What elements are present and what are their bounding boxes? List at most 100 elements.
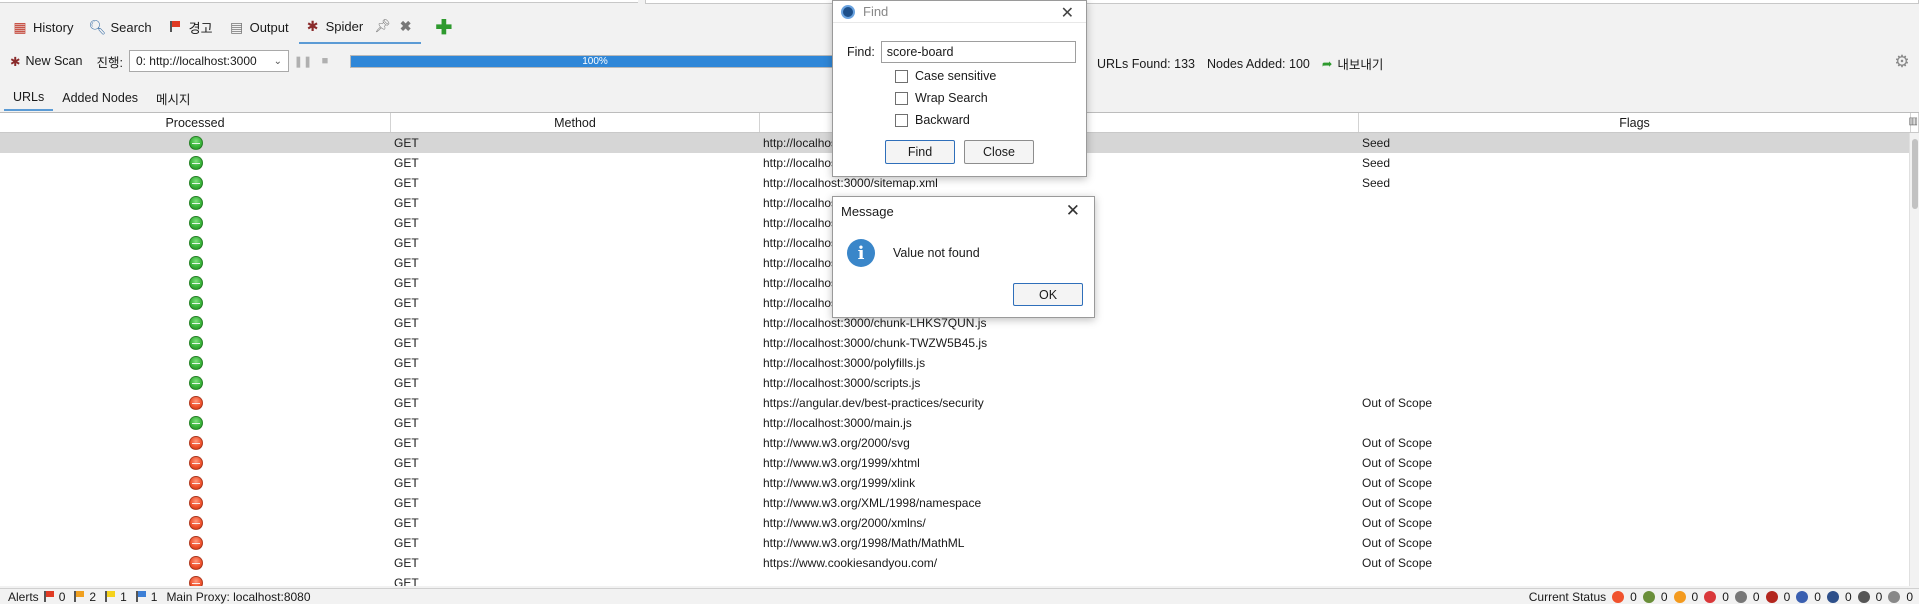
find-dialog-titlebar[interactable]: Find ✕ [833, 1, 1086, 23]
eye-icon [1826, 591, 1839, 603]
flags-cell [1359, 213, 1911, 233]
status-count-8: 0 [1844, 590, 1852, 604]
message-dialog-titlebar[interactable]: Message [833, 197, 1094, 225]
method-cell: GET [394, 336, 419, 350]
checkbox-box[interactable] [895, 91, 908, 105]
tab-search[interactable]: 🔍︎ Search [83, 10, 161, 44]
urls-found: URLs Found: 133 [1097, 56, 1195, 71]
new-scan-label: New Scan [25, 54, 83, 68]
column-method[interactable]: Method [391, 113, 760, 132]
ok-button[interactable]: OK [1013, 283, 1083, 306]
processed-cell [0, 233, 391, 253]
processed-cell [0, 573, 391, 586]
tab-history[interactable]: ▦ History [6, 10, 83, 44]
chevron-down-icon: ⌄ [273, 55, 282, 67]
processed-cell [0, 133, 391, 153]
find-button[interactable]: Find [885, 140, 955, 164]
gear-icon[interactable]: ⚙ [1893, 53, 1911, 71]
subtab-messages[interactable]: 메시지 [147, 85, 200, 111]
flags-cell [1359, 233, 1911, 253]
table-row[interactable]: GET [0, 573, 1919, 586]
wrap-search-checkbox[interactable]: Wrap Search [895, 91, 988, 105]
find-row: Find: score-board [847, 41, 1076, 63]
high-alert-flag-icon [43, 591, 54, 602]
find-input[interactable]: score-board [880, 41, 1076, 63]
stop-icon[interactable]: ■ [317, 53, 333, 69]
tab-spider[interactable]: ✱ Spider 📌︎ ✖ [298, 10, 422, 44]
add-tab-button[interactable]: ✚ [421, 10, 462, 44]
info-alert-count: 1 [150, 589, 158, 604]
pin-icon[interactable]: 📌︎ [374, 18, 391, 34]
scrollbar-thumb[interactable] [1912, 139, 1918, 209]
table-row[interactable]: GET http://www.w3.org/1999/xlink Out of Sc… [0, 473, 1919, 493]
processed-ok-icon [188, 216, 203, 230]
processed-skipped-icon [188, 436, 203, 450]
flags-cell [1359, 353, 1911, 373]
uri-cell: https://www.cookiesandyou.com/ [763, 556, 938, 570]
processed-ok-icon [188, 196, 203, 210]
processed-cell [0, 393, 391, 413]
table-row[interactable]: GET http://localhost:3000/polyfills.js [0, 353, 1919, 373]
status-count-5: 0 [1752, 590, 1760, 604]
column-flags[interactable]: Flags [1359, 113, 1911, 132]
status-count-1: 0 [1630, 590, 1637, 604]
checkbox-box[interactable] [895, 113, 908, 127]
table-row[interactable]: GET http://www.w3.org/2000/svg Out of Scop… [0, 433, 1919, 453]
table-row[interactable]: GET https://angular.dev/best-practices/se… [0, 393, 1919, 413]
close-icon[interactable]: ✕ [1061, 3, 1074, 23]
table-row[interactable]: GET http://localhost:3000/chunk-TWZW5B45.… [0, 333, 1919, 353]
current-status: Current Status 0 0 0 0 0 0 0 0 0 0 [1529, 589, 1913, 604]
table-row[interactable]: GET http://www.w3.org/2000/xmlns/Out of S… [0, 513, 1919, 533]
current-status-label: Current Status [1528, 590, 1607, 604]
vertical-scrollbar[interactable] [1909, 133, 1919, 586]
tab-output-label: Output [249, 19, 289, 35]
processed-cell [0, 253, 391, 273]
flags-cell [1359, 273, 1911, 293]
tab-output[interactable]: ▤ Output [223, 10, 299, 44]
scan-select[interactable]: 0: http://localhost:3000 ⌄ [128, 50, 289, 72]
tab-alerts-label: 경고 [188, 20, 213, 36]
flags-cell: Out of Scope [1362, 556, 1433, 570]
method-cell: GET [394, 396, 419, 410]
processed-skipped-icon [188, 496, 203, 510]
close-icon[interactable]: ✕ [1066, 201, 1080, 221]
column-processed[interactable]: Processed [0, 113, 391, 132]
pause-icon[interactable]: ❚❚ [294, 53, 312, 69]
processed-cell [0, 273, 391, 293]
table-row[interactable]: GET http://localhost:3000/main.js [0, 413, 1919, 433]
processed-skipped-icon [188, 556, 203, 570]
processed-ok-icon [188, 336, 203, 350]
flags-cell [1359, 333, 1911, 353]
method-cell: GET [394, 416, 419, 430]
processed-cell [0, 353, 391, 373]
processed-ok-icon [188, 316, 203, 330]
processed-skipped-icon [188, 516, 203, 530]
low-alert-flag-icon [105, 591, 116, 602]
case-sensitive-checkbox[interactable]: Case sensitive [895, 69, 996, 83]
backward-checkbox[interactable]: Backward [895, 113, 970, 127]
tab-alerts[interactable]: 경고 [162, 10, 223, 44]
method-cell: GET [394, 556, 419, 570]
flags-cell [1359, 313, 1911, 333]
tab-spider-label: Spider [325, 18, 364, 34]
table-row[interactable]: GET https://www.cookiesandyou.com/Out of … [0, 553, 1919, 573]
table-row[interactable]: GET http://www.w3.org/1999/xhtml Out of Sc… [0, 453, 1919, 473]
table-row[interactable]: GET http://www.w3.org/XML/1998/namespace O… [0, 493, 1919, 513]
close-tab-icon[interactable]: ✖ [400, 18, 412, 35]
close-button[interactable]: Close [964, 140, 1034, 164]
column-control-icon[interactable]: ▥ [1909, 116, 1918, 127]
main-proxy: Main Proxy: localhost:8080 [166, 589, 311, 604]
table-row[interactable]: GET http://www.w3.org/1998/Math/MathML Out… [0, 533, 1919, 553]
processed-cell [0, 373, 391, 393]
new-scan-button[interactable]: ✱ New Scan [10, 54, 82, 69]
spider-icon: ✱ [306, 17, 319, 34]
table-row[interactable]: GET http://localhost:3000/scripts.js [0, 373, 1919, 393]
processed-skipped-icon [188, 456, 203, 470]
export-button[interactable]: ➦ 내보내기 [1322, 54, 1384, 73]
subtab-urls[interactable]: URLs [4, 85, 54, 111]
checkbox-box[interactable] [895, 69, 908, 83]
subtab-added-nodes[interactable]: Added Nodes [53, 85, 147, 111]
processed-ok-icon [188, 136, 203, 150]
method-cell: GET [394, 196, 419, 210]
processed-skipped-icon [188, 476, 203, 490]
